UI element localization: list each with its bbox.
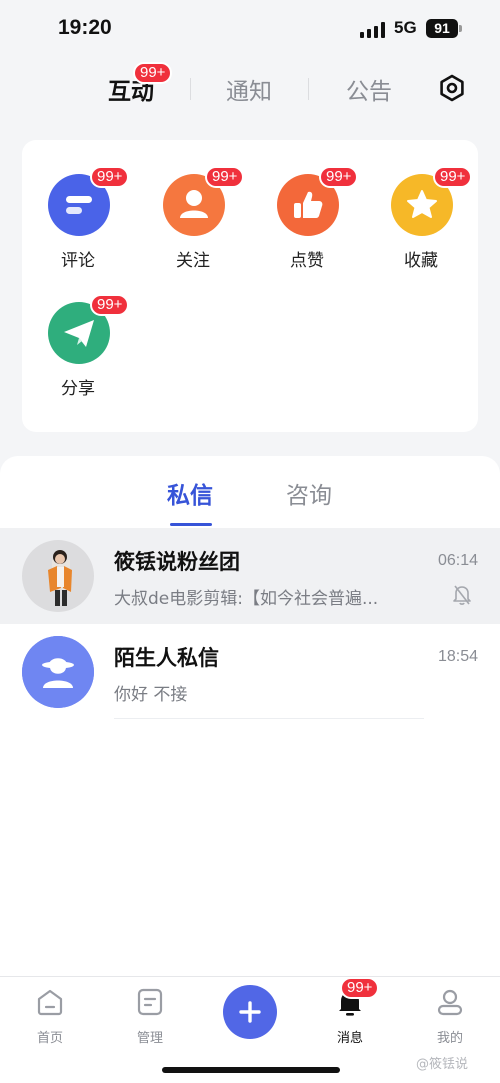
grid-label-favorite: 收藏	[404, 251, 438, 271]
conversation-name: 陌生人私信	[114, 646, 219, 670]
network-type: 5G	[394, 18, 417, 37]
conversation-preview: 大叔de电影剪辑:【如今社会普遍...	[114, 589, 379, 609]
create-post-button[interactable]	[223, 985, 277, 1039]
grid-item-favorite[interactable]: 99+ 收藏	[371, 166, 473, 284]
avatar	[22, 540, 94, 612]
nav-manage[interactable]: 管理	[110, 987, 190, 1047]
nav-messages-label: 消息	[336, 1031, 363, 1046]
conversation-preview: 你好 不接	[114, 685, 188, 705]
conversation-name: 筱铥说粉丝团	[114, 550, 240, 574]
tab-divider	[190, 78, 191, 100]
grid-label-follow: 关注	[176, 251, 210, 271]
cellular-signal-icon	[360, 22, 385, 38]
mute-bell-icon	[452, 584, 472, 606]
watermark: @筱铥说	[416, 1057, 469, 1072]
active-tab-indicator	[170, 523, 212, 526]
home-icon	[35, 987, 65, 1017]
comment-badge: 99+	[90, 166, 130, 188]
battery-tip	[459, 25, 462, 32]
nav-home[interactable]: 首页	[10, 987, 90, 1047]
tab-consult[interactable]: 咨询	[286, 476, 332, 510]
tab-notify[interactable]: 通知	[226, 72, 272, 106]
grid-item-share[interactable]: 99+ 分享	[28, 294, 130, 412]
plus-icon	[239, 1001, 261, 1023]
bottom-nav: 首页 管理 消息 99+ 我的 @筱铥说	[0, 976, 500, 1083]
interact-badge: 99+	[133, 62, 173, 84]
tab-private-messages[interactable]: 私信	[167, 476, 213, 510]
like-badge: 99+	[319, 166, 359, 188]
follow-badge: 99+	[205, 166, 245, 188]
grid-item-like[interactable]: 99+ 点赞	[257, 166, 359, 284]
nav-mine-label: 我的	[436, 1031, 463, 1046]
battery-icon: 91	[426, 19, 458, 38]
grid-label-like: 点赞	[290, 251, 324, 271]
grid-label-comment: 评论	[61, 251, 95, 271]
conversation-time: 06:14	[437, 552, 478, 569]
top-tabs: 互动 通知 公告	[0, 62, 500, 114]
message-panel: 私信 咨询 筱铥说粉丝团 大叔de电影剪辑:【如今社会普遍... 06:14 陌…	[0, 456, 500, 976]
conversation-row[interactable]: 陌生人私信 你好 不接 18:54	[0, 624, 500, 720]
tab-announce[interactable]: 公告	[346, 72, 392, 106]
grid-item-comment[interactable]: 99+ 评论	[28, 166, 130, 284]
settings-icon[interactable]	[438, 74, 466, 102]
profile-icon	[435, 987, 465, 1017]
tab-divider	[308, 78, 309, 100]
status-bar: 19:20 5G 91	[0, 0, 500, 60]
nav-manage-label: 管理	[136, 1031, 163, 1046]
nav-home-label: 首页	[36, 1031, 63, 1046]
share-badge: 99+	[90, 294, 130, 316]
messages-badge: 99+	[340, 977, 380, 999]
grid-item-follow[interactable]: 99+ 关注	[143, 166, 245, 284]
stranger-avatar-icon	[22, 636, 94, 708]
conversation-row[interactable]: 筱铥说粉丝团 大叔de电影剪辑:【如今社会普遍... 06:14	[0, 528, 500, 624]
manage-icon	[135, 987, 165, 1017]
nav-mine[interactable]: 我的	[410, 987, 490, 1047]
grid-label-share: 分享	[61, 379, 95, 399]
favorite-badge: 99+	[433, 166, 473, 188]
home-indicator[interactable]	[162, 1067, 340, 1073]
row-divider	[114, 718, 424, 719]
status-time: 19:20	[58, 16, 112, 39]
interaction-card: 99+ 评论 99+ 关注 99+ 点赞 99+ 收藏 99+ 分享	[22, 140, 478, 432]
conversation-time: 18:54	[437, 648, 478, 665]
